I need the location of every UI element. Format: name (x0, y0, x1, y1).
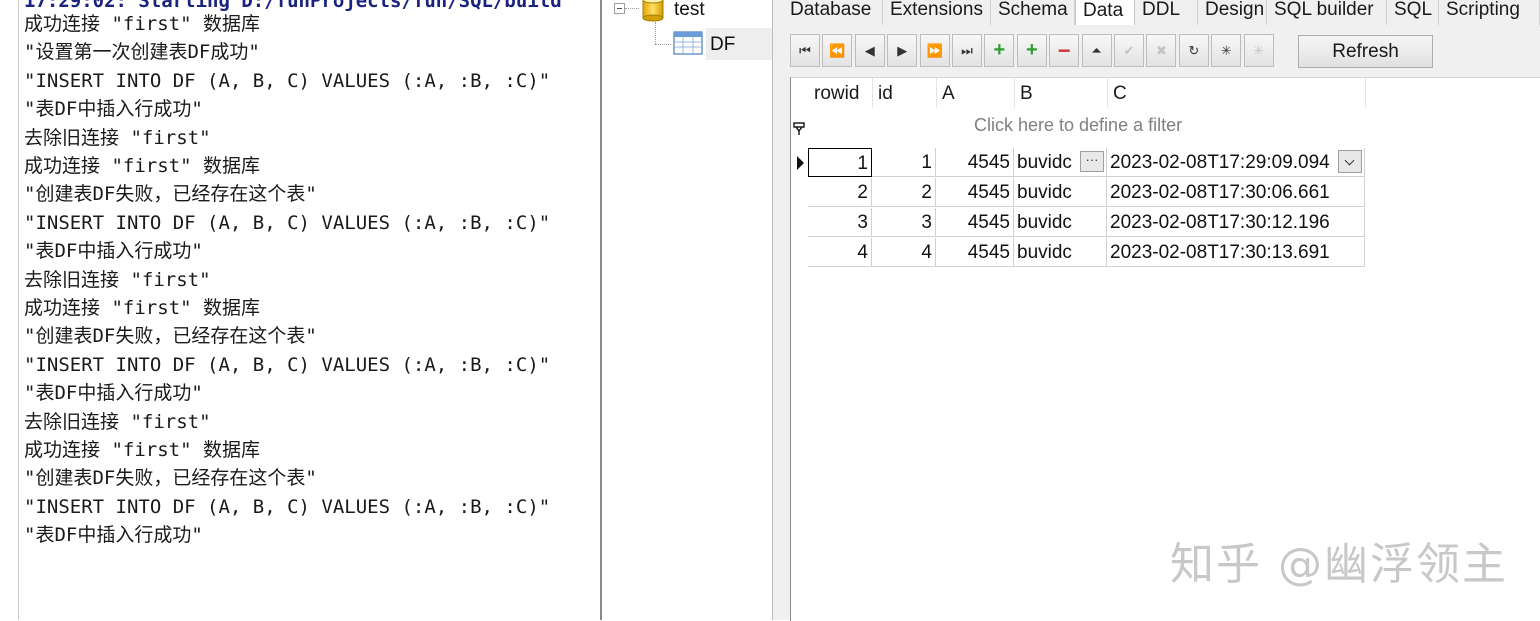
editor-tabs: Database Extensions Schema Data DDL Design SQL… (773, 0, 1540, 25)
cancel-edit-icon[interactable]: ✖ (1146, 34, 1177, 67)
console-header-line: 17:29:02: Starting D:/funProjects/fun/SQ… (24, 0, 562, 12)
edit-record-icon[interactable]: ⏶ (1081, 34, 1112, 67)
column-separator[interactable] (1107, 78, 1108, 108)
tab-scripting[interactable]: Scripting (1439, 0, 1540, 25)
first-record-icon[interactable]: ⏮ (790, 34, 820, 67)
console-line: 成功连接 "first" 数据库 (24, 297, 260, 319)
filter-bar[interactable]: Click here to define a filter (974, 115, 1182, 136)
column-separator[interactable] (1014, 78, 1015, 108)
next-record-icon[interactable]: ▶ (887, 34, 918, 67)
tree-item-df[interactable]: DF (710, 34, 735, 56)
console-output[interactable]: 17:29:02: Starting D:/funProjects/fun/SQ… (18, 0, 601, 620)
database-icon (642, 0, 664, 22)
console-line: "INSERT INTO DF (A, B, C) VALUES (:A, :B… (24, 495, 551, 518)
tab-sql-builder[interactable]: SQL builder (1267, 0, 1387, 25)
grid-cell-id[interactable]: 1 (872, 148, 936, 177)
grid-cell-rowid[interactable]: 3 (808, 208, 872, 237)
append-record-icon[interactable]: + (1016, 34, 1047, 67)
column-header-rowid[interactable]: rowid (814, 83, 859, 105)
grid-cell-rowid[interactable]: 1 (808, 148, 872, 177)
delete-record-icon[interactable]: − (1049, 34, 1080, 67)
tab-sql[interactable]: SQL (1387, 0, 1439, 25)
grid-cell-rowid[interactable]: 4 (808, 238, 872, 267)
console-line: 成功连接 "first" 数据库 (24, 155, 260, 177)
grid-cell-a[interactable]: 4545 (936, 208, 1014, 237)
grid-cell-rowid[interactable]: 2 (808, 178, 872, 207)
tab-schema[interactable]: Schema (991, 0, 1075, 25)
grid-cell-a[interactable]: 4545 (936, 148, 1014, 177)
insert-record-icon[interactable]: + (984, 34, 1015, 67)
last-record-icon[interactable]: ⏭ (952, 34, 982, 67)
tab-data[interactable]: Data (1075, 0, 1135, 25)
clear-null-icon[interactable]: ✳ (1243, 34, 1274, 67)
console-line: "INSERT INTO DF (A, B, C) VALUES (:A, :B… (24, 211, 551, 234)
tab-ddl[interactable]: DDL (1135, 0, 1198, 25)
console-line: "表DF中插入行成功" (24, 524, 203, 547)
console-line: 成功连接 "first" 数据库 (24, 13, 260, 35)
tab-design[interactable]: Design (1198, 0, 1267, 25)
column-header-b[interactable]: B (1020, 83, 1033, 105)
next-page-icon[interactable]: ⏩ (919, 34, 950, 67)
console-line: "表DF中插入行成功" (24, 382, 203, 405)
grid-cell-id[interactable]: 4 (872, 238, 936, 267)
column-separator[interactable] (1365, 78, 1366, 108)
console-line: "创建表DF失败，已经存在这个表" (24, 467, 317, 490)
column-header-id[interactable]: id (878, 83, 893, 105)
tree-connector (655, 22, 656, 44)
tab-extensions[interactable]: Extensions (883, 0, 991, 25)
column-separator[interactable] (936, 78, 937, 108)
prior-page-icon[interactable]: ⏪ (822, 34, 853, 67)
grid-cell-c[interactable]: 2023-02-08T17:29:09.094 (1107, 148, 1365, 177)
grid-cell-b[interactable]: buvidc (1014, 208, 1107, 237)
console-line: "创建表DF失败，已经存在这个表" (24, 183, 317, 206)
set-null-icon[interactable]: ✳ (1211, 34, 1242, 67)
column-header-a[interactable]: A (942, 83, 955, 105)
database-tree[interactable] (602, 0, 772, 620)
console-line: 去除旧连接 "first" (24, 268, 211, 291)
tree-item-test[interactable]: test (674, 0, 705, 21)
filter-icon[interactable] (793, 122, 805, 136)
grid-cell-id[interactable]: 2 (872, 178, 936, 207)
current-row-indicator-icon (797, 156, 804, 170)
console-line: "INSERT INTO DF (A, B, C) VALUES (:A, :B… (24, 353, 551, 376)
tree-connector (655, 44, 671, 45)
ellipsis-button[interactable]: ··· (1080, 151, 1104, 172)
tree-connector (625, 8, 639, 9)
refresh-data-icon[interactable]: ↻ (1178, 34, 1209, 67)
grid-cell-b[interactable]: buvidc (1014, 238, 1107, 267)
grid-cell-c[interactable]: 2023-02-08T17:30:13.691 (1107, 238, 1365, 267)
grid-cell-a[interactable]: 4545 (936, 178, 1014, 207)
table-icon (673, 31, 703, 55)
object-editor: Database Extensions Schema Data DDL Design SQL… (773, 0, 1540, 621)
post-edit-icon[interactable]: ✔ (1114, 34, 1144, 67)
console-line: 成功连接 "first" 数据库 (24, 439, 260, 461)
console-line: "创建表DF失败，已经存在这个表" (24, 325, 317, 348)
console-line: 去除旧连接 "first" (24, 126, 211, 149)
column-separator[interactable] (872, 78, 873, 108)
chevron-down-icon[interactable] (1338, 150, 1362, 173)
prior-record-icon[interactable]: ◀ (854, 34, 885, 67)
column-header-c[interactable]: C (1113, 83, 1127, 105)
console-line: "设置第一次创建表DF成功" (24, 41, 260, 64)
tab-database[interactable]: Database (783, 0, 883, 25)
refresh-button[interactable]: Refresh (1298, 35, 1433, 68)
watermark: 知乎 @幽浮领主 (1170, 539, 1508, 590)
collapse-toggle-icon[interactable] (614, 3, 625, 14)
console-line: "INSERT INTO DF (A, B, C) VALUES (:A, :B… (24, 69, 551, 92)
grid-cell-c[interactable]: 2023-02-08T17:30:06.661 (1107, 178, 1365, 207)
grid-cell-id[interactable]: 3 (872, 208, 936, 237)
grid-cell-c[interactable]: 2023-02-08T17:30:12.196 (1107, 208, 1365, 237)
console-line: "表DF中插入行成功" (24, 240, 203, 263)
grid-cell-b[interactable]: buvidc (1014, 178, 1107, 207)
console-line: "表DF中插入行成功" (24, 98, 203, 121)
console-line: 去除旧连接 "first" (24, 410, 211, 433)
grid-cell-a[interactable]: 4545 (936, 238, 1014, 267)
